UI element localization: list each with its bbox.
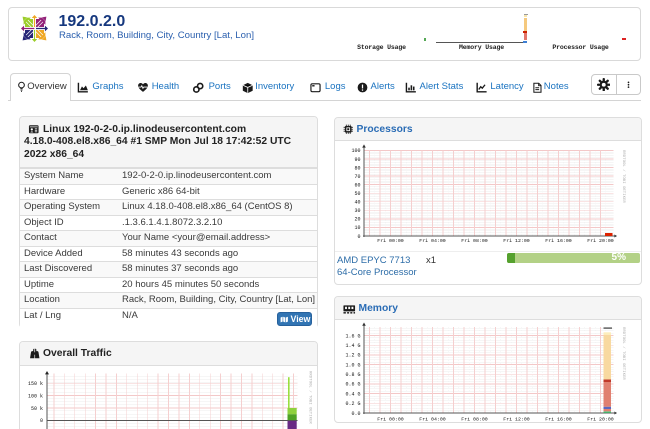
svg-text:Fri 00:00: Fri 00:00	[377, 416, 403, 421]
svg-text:100: 100	[351, 148, 360, 154]
svg-text:50 k: 50 k	[31, 406, 43, 412]
svg-text:0.8 G: 0.8 G	[345, 372, 360, 378]
svg-text:100 k: 100 k	[28, 393, 43, 399]
svg-text:150 k: 150 k	[28, 381, 43, 387]
svg-text:0.0: 0.0	[351, 411, 360, 417]
svg-text:30: 30	[354, 208, 360, 214]
svg-text:90: 90	[354, 157, 360, 163]
svg-text:1.4 G: 1.4 G	[345, 343, 360, 349]
svg-text:Fri 20:00: Fri 20:00	[587, 238, 613, 244]
svg-text:80: 80	[354, 165, 360, 171]
svg-text:0.2 G: 0.2 G	[345, 401, 360, 407]
svg-text:0: 0	[40, 418, 43, 424]
svg-text:Fri 00:00: Fri 00:00	[377, 238, 403, 244]
svg-text:1.0 G: 1.0 G	[345, 362, 360, 368]
svg-text:Fri 08:00: Fri 08:00	[461, 416, 487, 421]
svg-text:40: 40	[354, 200, 360, 206]
svg-text:50: 50	[354, 191, 360, 197]
svg-text:Fri 20:00: Fri 20:00	[587, 416, 613, 421]
svg-text:Fri 08:00: Fri 08:00	[461, 238, 487, 244]
svg-text:Fri 04:00: Fri 04:00	[419, 238, 445, 244]
svg-text:RRDTOOL / TOBI OETIKER: RRDTOOL / TOBI OETIKER	[308, 371, 313, 424]
svg-text:Fri 16:00: Fri 16:00	[545, 238, 571, 244]
svg-text:10: 10	[354, 225, 360, 231]
svg-text:20: 20	[354, 217, 360, 223]
svg-text:1.6 G: 1.6 G	[345, 333, 360, 339]
svg-text:0.6 G: 0.6 G	[345, 382, 360, 388]
svg-text:70: 70	[354, 174, 360, 180]
svg-text:60: 60	[354, 182, 360, 188]
svg-text:Fri 16:00: Fri 16:00	[545, 416, 571, 421]
svg-text:Fri 12:00: Fri 12:00	[503, 416, 529, 421]
svg-text:0.4 G: 0.4 G	[345, 391, 360, 397]
svg-text:0: 0	[357, 234, 360, 240]
svg-text:Fri 04:00: Fri 04:00	[419, 416, 445, 421]
svg-text:RRDTOOL / TOBI OETIKER: RRDTOOL / TOBI OETIKER	[621, 150, 626, 203]
svg-text:1.2 G: 1.2 G	[345, 353, 360, 359]
svg-text:RRDTOOL / TOBI OETIKER: RRDTOOL / TOBI OETIKER	[621, 327, 626, 380]
svg-text:Fri 12:00: Fri 12:00	[503, 238, 529, 244]
